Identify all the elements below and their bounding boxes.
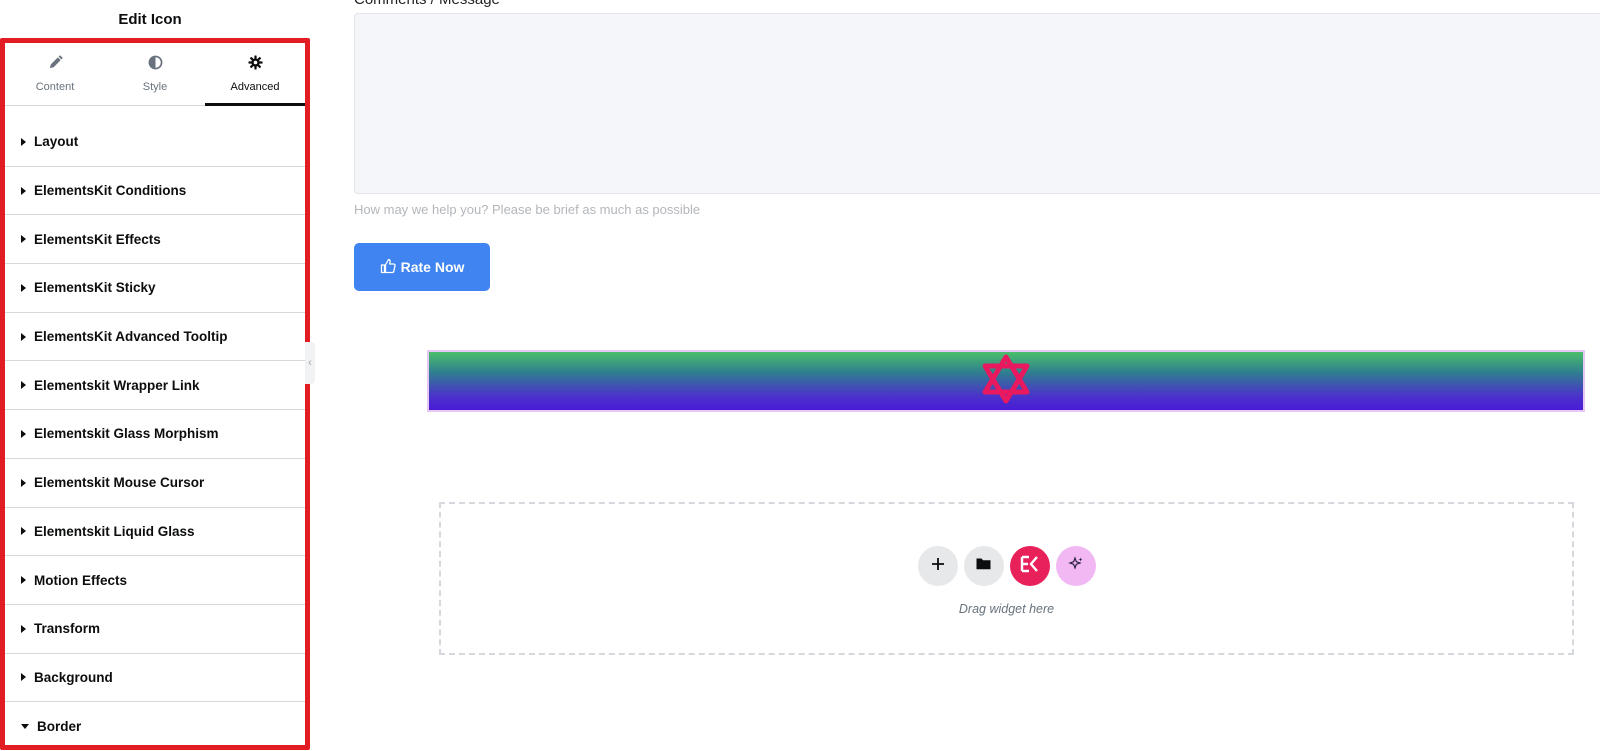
caret-right-icon (21, 624, 26, 633)
section-elementskit-advanced-tooltip[interactable]: ElementsKit Advanced Tooltip (5, 313, 305, 362)
section-layout[interactable]: Layout (5, 118, 305, 167)
section-elementskit-effects[interactable]: ElementsKit Effects (5, 215, 305, 265)
section-elementskit-mouse-cursor[interactable]: Elementskit Mouse Cursor (5, 459, 305, 508)
section-background[interactable]: Background (5, 654, 305, 703)
gear-icon (247, 55, 263, 75)
thumbs-up-icon (380, 258, 396, 277)
icon-gradient-banner (429, 352, 1583, 410)
widget-dropzone[interactable]: Drag widget here (439, 502, 1574, 655)
panel-collapse-handle[interactable]: ‹ (305, 342, 315, 384)
tab-content[interactable]: Content (5, 43, 105, 105)
panel-title: Edit Icon (118, 10, 182, 28)
caret-right-icon (21, 478, 26, 487)
rate-now-label: Rate Now (400, 259, 465, 275)
ai-sparkle-icon (1067, 555, 1084, 577)
star-of-david-icon (980, 354, 1032, 409)
template-library-button[interactable] (963, 546, 1004, 586)
drag-widget-text: Drag widget here (958, 602, 1055, 616)
caret-right-icon (21, 527, 26, 536)
caret-right-icon (21, 235, 26, 244)
elementskit-logo-icon (1020, 555, 1040, 578)
tab-advanced-label: Advanced (230, 81, 280, 93)
icon-widget[interactable] (427, 350, 1585, 412)
message-textarea[interactable] (354, 13, 1600, 194)
section-elementskit-liquid-glass[interactable]: Elementskit Liquid Glass (5, 508, 305, 557)
section-motion-effects[interactable]: Motion Effects (5, 556, 305, 605)
half-circle-icon (148, 55, 163, 75)
add-icon (931, 557, 945, 576)
panel-highlight-frame: Content Style Advanced Layout ElementsKi… (0, 38, 310, 750)
add-section-button[interactable] (917, 546, 958, 586)
caret-right-icon (21, 283, 26, 292)
section-elementskit-glass-morphism[interactable]: Elementskit Glass Morphism (5, 410, 305, 459)
section-elementskit-wrapper-link[interactable]: Elementskit Wrapper Link (5, 361, 305, 411)
editor-panel: Edit Icon Content Style Advanced Layout … (0, 0, 310, 751)
panel-tabs: Content Style Advanced (5, 43, 305, 106)
caret-right-icon (21, 381, 26, 390)
editor-canvas: Comments / Message How may we help you? … (315, 0, 1600, 751)
section-elementskit-sticky[interactable]: ElementsKit Sticky (5, 264, 305, 313)
caret-right-icon (21, 673, 26, 682)
ai-assistant-button[interactable] (1055, 546, 1096, 586)
caret-right-icon (21, 137, 26, 146)
caret-right-icon (21, 576, 26, 585)
caret-right-icon (21, 332, 26, 341)
caret-right-icon (21, 186, 26, 195)
tab-content-label: Content (35, 81, 75, 93)
tab-style-label: Style (142, 81, 168, 93)
pencil-icon (48, 55, 63, 75)
section-border[interactable]: Border (5, 702, 305, 745)
elementskit-library-button[interactable] (1009, 546, 1050, 586)
chevron-left-icon: ‹ (308, 357, 312, 369)
dropzone-buttons (441, 546, 1572, 586)
comments-label: Comments / Message (354, 0, 500, 8)
folder-icon (976, 557, 991, 575)
caret-right-icon (21, 429, 26, 438)
help-text: How may we help you? Please be brief as … (354, 202, 701, 217)
tab-style[interactable]: Style (105, 43, 205, 105)
section-elementskit-conditions[interactable]: ElementsKit Conditions (5, 167, 305, 216)
tab-advanced[interactable]: Advanced (205, 43, 305, 106)
section-transform[interactable]: Transform (5, 605, 305, 654)
advanced-sections-list: Layout ElementsKit Conditions ElementsKi… (5, 118, 305, 745)
caret-down-icon (21, 724, 29, 730)
rate-now-button[interactable]: Rate Now (354, 243, 490, 291)
